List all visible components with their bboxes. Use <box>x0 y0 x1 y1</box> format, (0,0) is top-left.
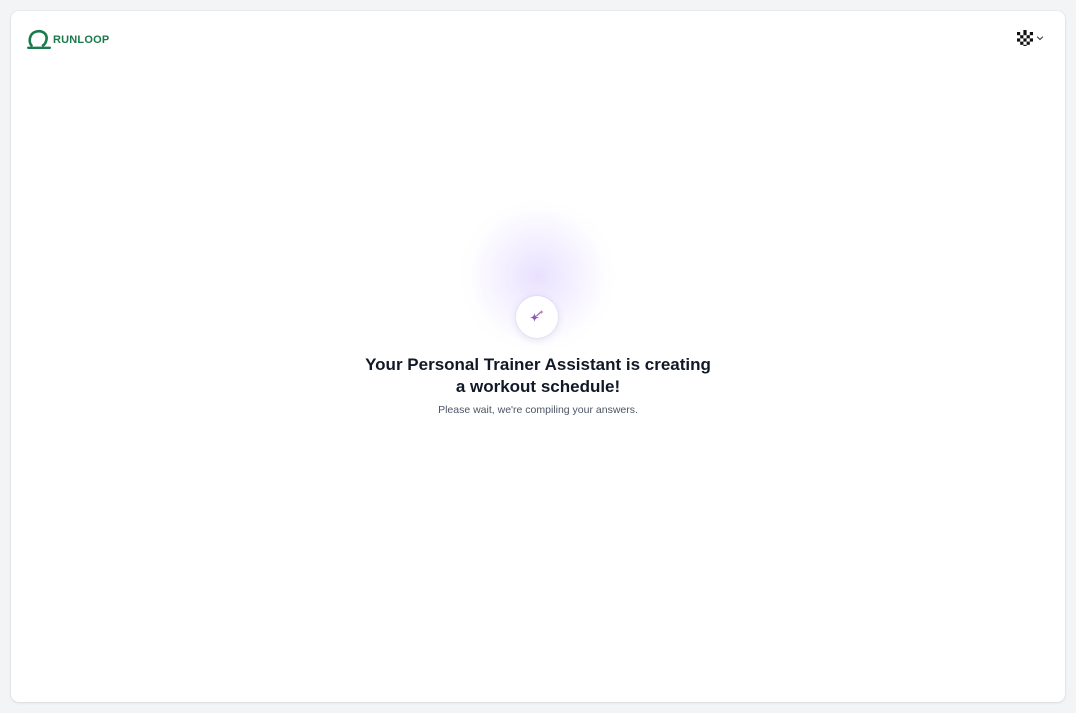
brand-logo[interactable]: RUNLOOP <box>27 28 109 50</box>
loading-title-line-2: a workout schedule! <box>455 376 621 396</box>
loading-subtitle: Please wait, we're compiling your answer… <box>438 404 638 416</box>
brand-name: RUNLOOP <box>53 34 110 46</box>
chevron-down-icon <box>1036 36 1044 41</box>
checkered-avatar-icon <box>1017 30 1033 46</box>
assistant-badge <box>516 296 558 338</box>
runloop-logo-icon <box>27 29 51 49</box>
app-window: RUNLOOP Your Personal Trainer Assistant … <box>11 11 1065 702</box>
loading-title-line-1: Your Personal Trainer Assistant is creat… <box>365 355 711 374</box>
loading-title: Your Personal Trainer Assistant is creat… <box>338 354 738 397</box>
sparkles-icon <box>530 309 544 322</box>
user-menu-button[interactable] <box>1017 29 1044 47</box>
